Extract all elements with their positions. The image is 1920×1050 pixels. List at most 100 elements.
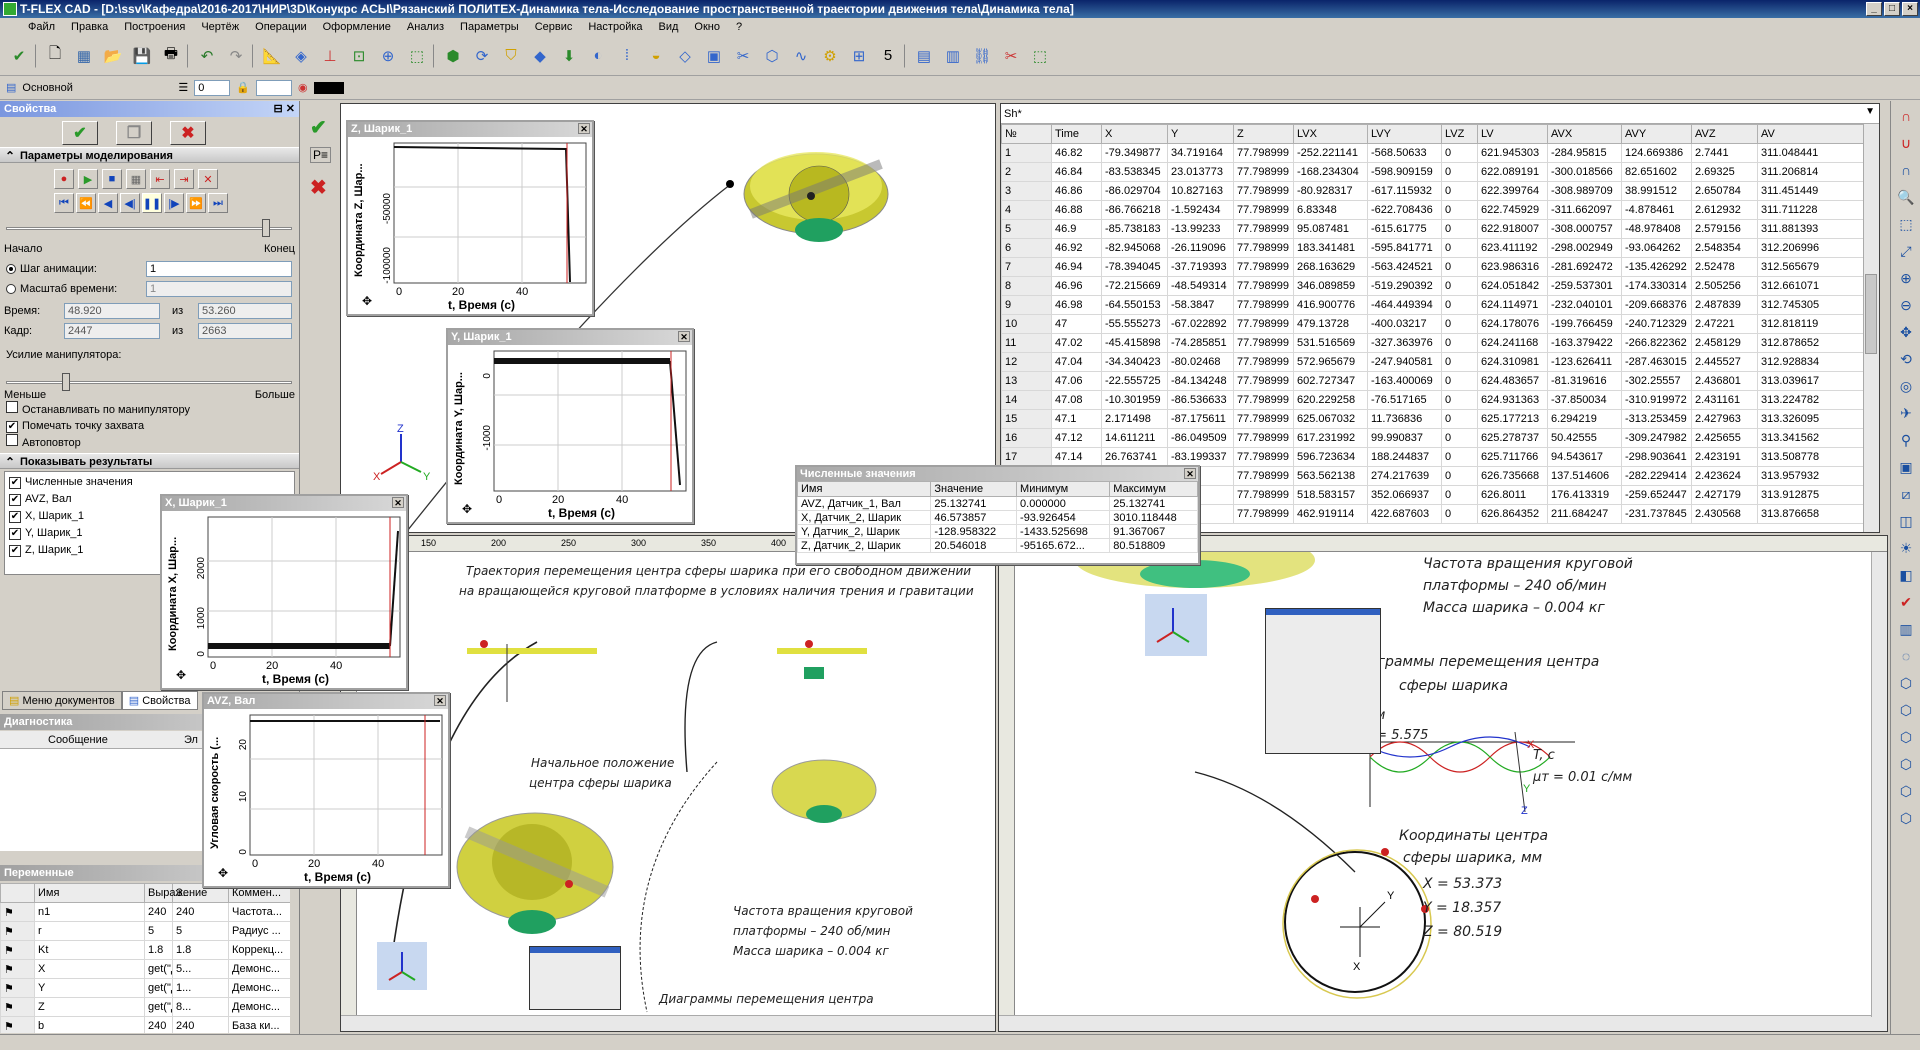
mark-end-icon[interactable]: ⇥: [174, 169, 194, 189]
select-icon[interactable]: ⬚: [404, 43, 430, 69]
table-cell[interactable]: 77.798999: [1233, 200, 1294, 220]
values-row[interactable]: AVZ, Датчик_1, Вал 25.132741 0.000000 25.13…: [796, 496, 1198, 511]
table-cell[interactable]: 312.565679: [1757, 257, 1870, 277]
table-cell[interactable]: 77.798999: [1233, 162, 1294, 182]
mark-start-icon[interactable]: ⇤: [150, 169, 170, 189]
table-cell[interactable]: 0: [1441, 181, 1478, 201]
table-cell[interactable]: 9: [1001, 295, 1052, 315]
table-cell[interactable]: 77.798999: [1233, 428, 1294, 448]
table-cell[interactable]: 626.8011: [1477, 485, 1548, 505]
table-cell[interactable]: -48.978408: [1621, 219, 1692, 239]
shield-icon[interactable]: ⛉: [498, 43, 524, 69]
variable-expr[interactable]: 240: [144, 902, 173, 922]
table-cell[interactable]: 17: [1001, 447, 1052, 467]
menu-item-3[interactable]: Чертёж: [193, 18, 247, 36]
table-cell[interactable]: 94.543617: [1547, 447, 1622, 467]
table-cell[interactable]: 0: [1441, 219, 1478, 239]
table-cell[interactable]: -259.537301: [1547, 276, 1622, 296]
table-row[interactable]: 15 47.1 2.171498 -87.175611 77.798999 625.067…: [1001, 409, 1870, 429]
table-cell[interactable]: 6.83348: [1293, 200, 1368, 220]
menu-item-5[interactable]: Оформление: [315, 18, 399, 36]
table-cell[interactable]: -308.989709: [1547, 181, 1622, 201]
table-cell[interactable]: 50.42555: [1547, 428, 1622, 448]
table-row[interactable]: 9 46.98 -64.550153 -58.3847 77.798999 416.900…: [1001, 295, 1870, 315]
table-cell[interactable]: 77.798999: [1233, 219, 1294, 239]
table-cell[interactable]: -281.692472: [1547, 257, 1622, 277]
table-cell[interactable]: -287.463015: [1621, 352, 1692, 372]
table-cell[interactable]: 13: [1001, 371, 1052, 391]
table-cell[interactable]: 77.798999: [1233, 409, 1294, 429]
graph-window-x[interactable]: X, Шарик_1 ✕ 2000 1000 0 0 20 40 t, Время…: [160, 494, 408, 690]
table-cell[interactable]: 2.7441: [1691, 143, 1758, 163]
table-cell[interactable]: 313.912875: [1757, 485, 1870, 505]
values-col-header[interactable]: Максимум: [1109, 481, 1198, 497]
table-cell[interactable]: 563.562138: [1293, 466, 1368, 486]
table-cell[interactable]: 313.341562: [1757, 428, 1870, 448]
table-cell[interactable]: 99.990837: [1367, 428, 1442, 448]
graph-avz-close-button[interactable]: ✕: [434, 695, 446, 706]
table-cell[interactable]: 312.661071: [1757, 276, 1870, 296]
table-cell[interactable]: 183.341481: [1293, 238, 1368, 258]
table-cell[interactable]: 596.723634: [1293, 447, 1368, 467]
variable-expr[interactable]: 1.8: [144, 940, 173, 960]
table-cell[interactable]: 622.745929: [1477, 200, 1548, 220]
table-cell[interactable]: 3: [1001, 181, 1052, 201]
step-back-icon[interactable]: ◀: [98, 193, 118, 213]
drawing-right-window[interactable]: Y X X Y Z Частота вращения круговой плат…: [998, 535, 1888, 1032]
table-cell[interactable]: 2.171498: [1101, 409, 1168, 429]
table-cell[interactable]: 2.612932: [1691, 200, 1758, 220]
table-cell[interactable]: -300.018566: [1547, 162, 1622, 182]
sim-params-section[interactable]: Параметры моделирования: [0, 147, 299, 164]
table-cell[interactable]: -284.95815: [1547, 143, 1622, 163]
zoom-in-icon[interactable]: ⊕: [1894, 266, 1918, 290]
variable-row[interactable]: ⚑Xget("Датчик_2","X")5...Демонс...: [0, 959, 290, 979]
mark-point-checkbox[interactable]: ✔ Помечать точку захвата: [6, 418, 299, 434]
menu-item-7[interactable]: Параметры: [452, 18, 527, 36]
table-cell[interactable]: 0: [1441, 238, 1478, 258]
table-cell[interactable]: -80.02468: [1167, 352, 1234, 372]
table-cell[interactable]: 5: [1001, 219, 1052, 239]
calculator-icon[interactable]: ▥: [940, 43, 966, 69]
boolean-icon[interactable]: ◐: [585, 43, 611, 69]
table-cell[interactable]: -622.708436: [1367, 200, 1442, 220]
stop-manip-checkbox[interactable]: Останавливать по манипулятору: [6, 401, 299, 418]
table-cell[interactable]: 346.089859: [1293, 276, 1368, 296]
table-cell[interactable]: 46.98: [1051, 295, 1102, 315]
table-cell[interactable]: 416.900776: [1293, 295, 1368, 315]
table-cell[interactable]: 0: [1441, 485, 1478, 505]
table-cell[interactable]: 46.96: [1051, 276, 1102, 296]
loft-icon[interactable]: ◆: [527, 43, 553, 69]
table-cell[interactable]: 0: [1441, 295, 1478, 315]
table-cell[interactable]: -4.878461: [1621, 200, 1692, 220]
table-cell[interactable]: -78.394045: [1101, 257, 1168, 277]
table-cell[interactable]: 311.711228: [1757, 200, 1870, 220]
table-cell[interactable]: 77.798999: [1233, 371, 1294, 391]
table-cell[interactable]: 313.508778: [1757, 447, 1870, 467]
snap-icon[interactable]: ⊡: [346, 43, 372, 69]
variable-val[interactable]: 5...: [172, 959, 229, 979]
table-cell[interactable]: 77.798999: [1233, 485, 1294, 505]
new-document-icon[interactable]: 🗋: [42, 43, 68, 69]
material-icon[interactable]: ◧: [1894, 563, 1918, 587]
values-row[interactable]: Y, Датчик_2, Шарик -128.958322 -1433.52569…: [796, 524, 1198, 539]
table-cell[interactable]: -13.99233: [1167, 219, 1234, 239]
table-row[interactable]: 4 46.88 -86.766218 -1.592434 77.798999 6.8334…: [1001, 200, 1870, 220]
table-cell[interactable]: 11.736836: [1367, 409, 1442, 429]
table-row[interactable]: 2 46.84 -83.538345 23.013773 77.798999 -168.2…: [1001, 162, 1870, 182]
table-cell[interactable]: 47.06: [1051, 371, 1102, 391]
table-cell[interactable]: -168.234304: [1293, 162, 1368, 182]
table-cell[interactable]: 0: [1441, 276, 1478, 296]
play-forward-icon[interactable]: |▶: [164, 193, 184, 213]
table-cell[interactable]: 0: [1441, 257, 1478, 277]
sheet-col-header[interactable]: Y: [1167, 124, 1234, 144]
table-cell[interactable]: 624.483657: [1477, 371, 1548, 391]
table-cell[interactable]: 0: [1441, 143, 1478, 163]
table-cell[interactable]: 624.310981: [1477, 352, 1548, 372]
table-cell[interactable]: -64.550153: [1101, 295, 1168, 315]
table-cell[interactable]: -302.25557: [1621, 371, 1692, 391]
hide-icon[interactable]: ◌: [1894, 644, 1918, 668]
table-cell[interactable]: -67.022892: [1167, 314, 1234, 334]
pause-icon[interactable]: ❚❚: [142, 193, 162, 213]
table-cell[interactable]: 622.089191: [1477, 162, 1548, 182]
table-row[interactable]: 8 46.96 -72.215669 -48.549314 77.798999 346.0…: [1001, 276, 1870, 296]
